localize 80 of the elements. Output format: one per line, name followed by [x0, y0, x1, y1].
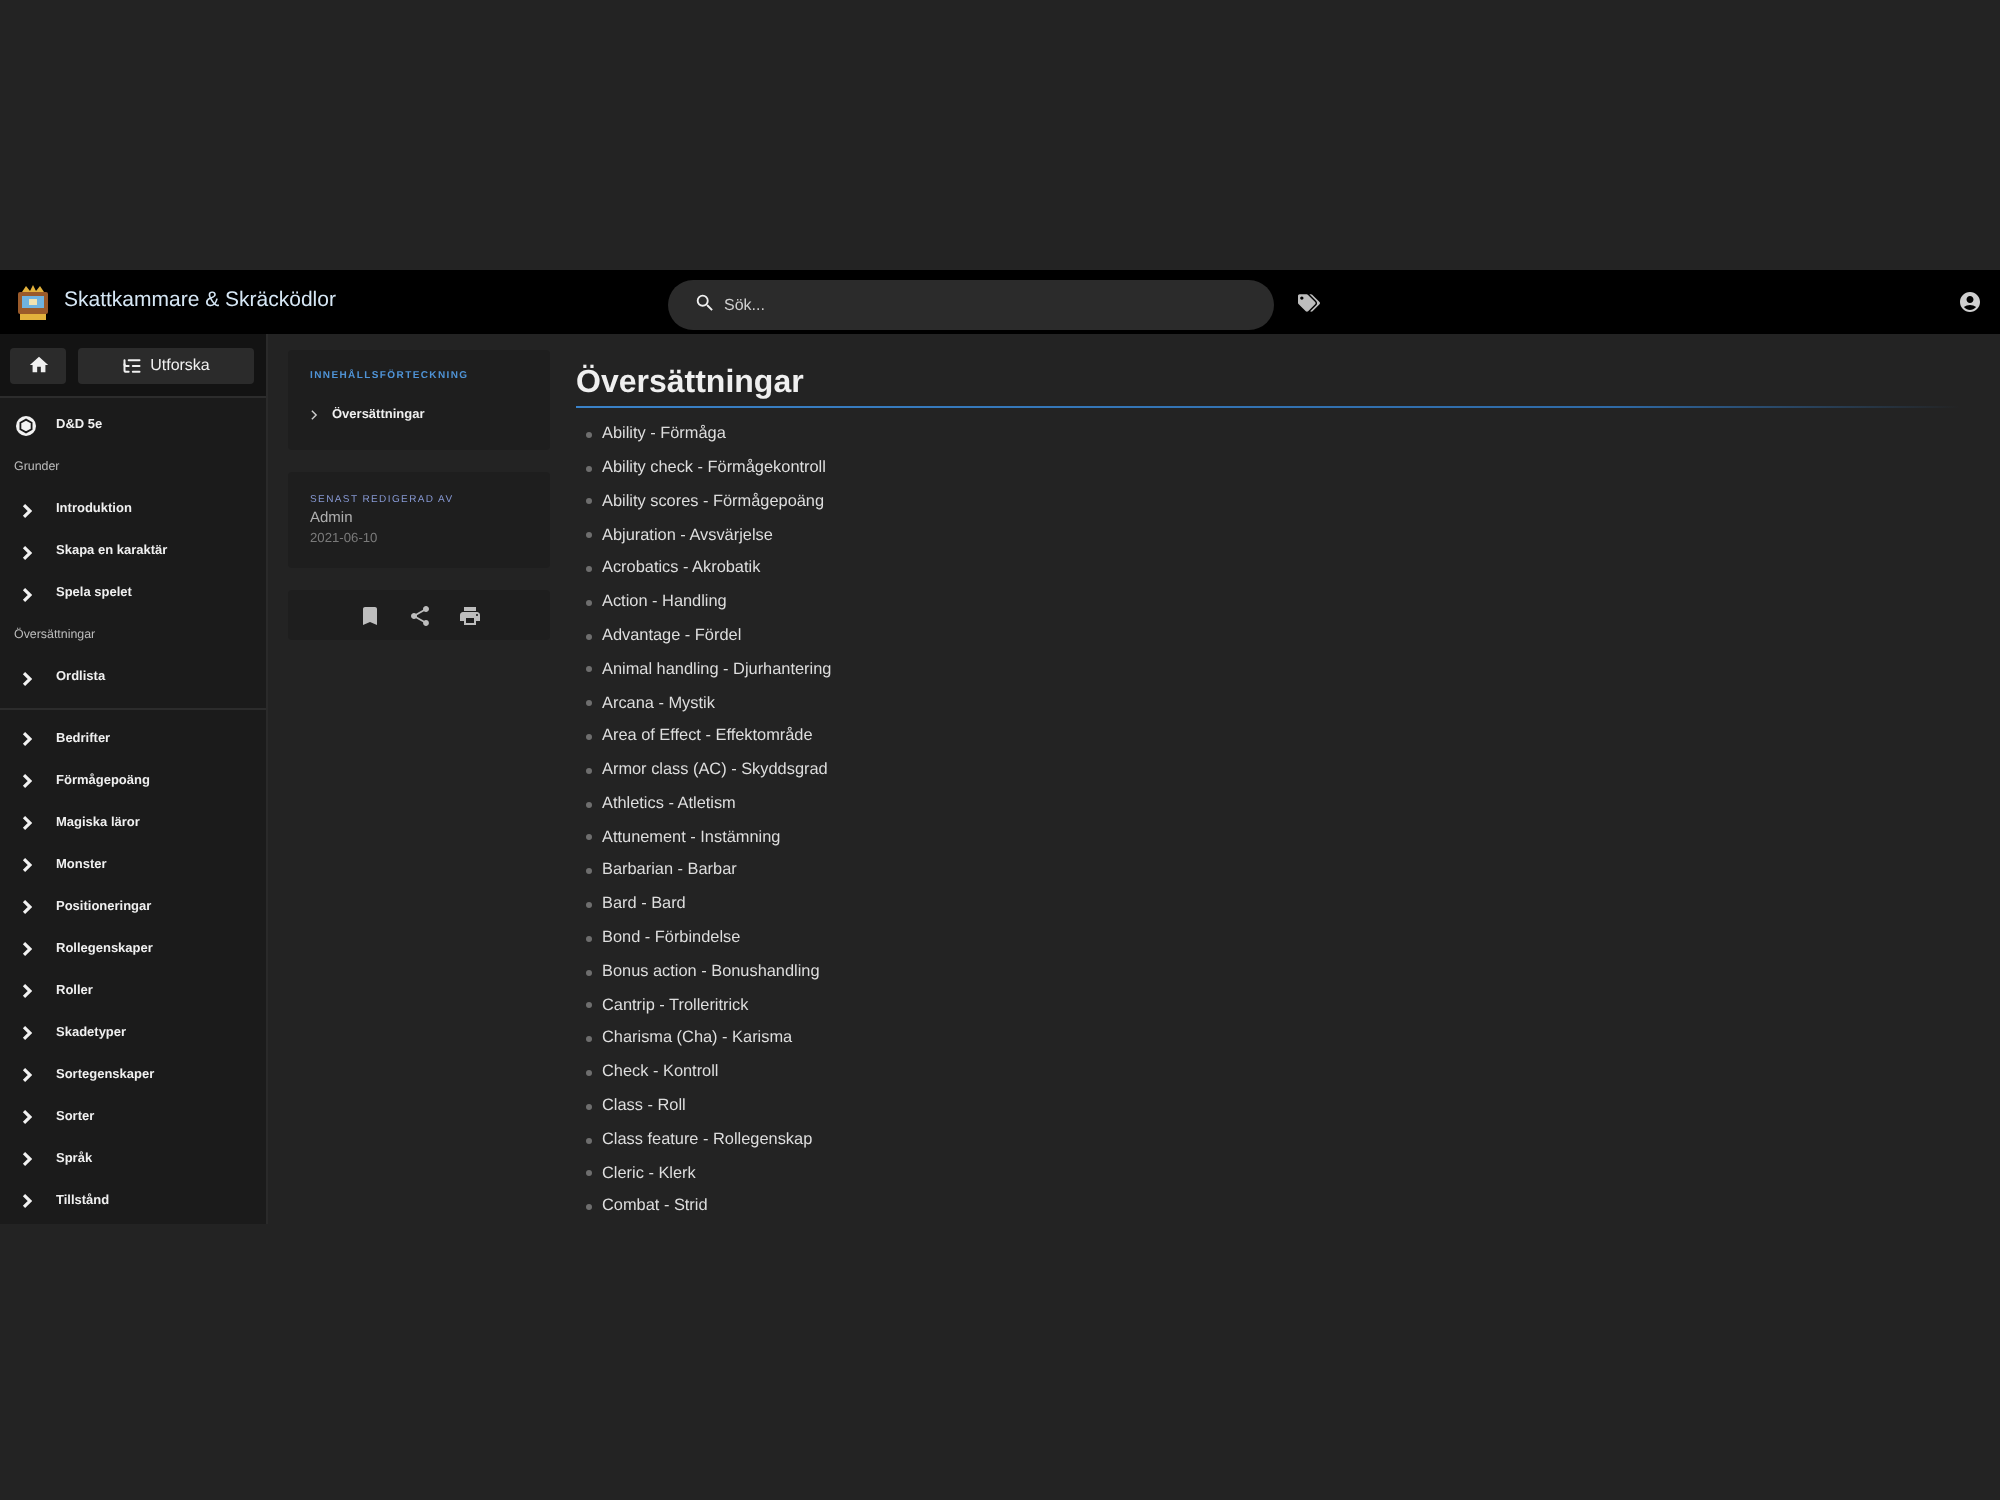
bullet-icon [586, 498, 592, 505]
chevron-right-icon [22, 1152, 32, 1166]
bullet-icon [586, 1002, 592, 1009]
glossary-entry: Cantrip - Trolleritrick [602, 993, 749, 1018]
chevron-right-icon [22, 816, 32, 830]
bookmark-icon[interactable] [357, 603, 381, 627]
glossary-entry: Advantage - Fördel [602, 623, 742, 648]
glossary-entry: Arcana - Mystik [602, 691, 715, 716]
glossary-entry: Animal handling - Djurhantering [602, 657, 832, 682]
glossary-entry: Ability scores - Förmågepoäng [602, 489, 825, 514]
search-icon [694, 291, 716, 313]
home-button[interactable] [10, 347, 66, 383]
glossary-entry: Ability - Förmåga [602, 422, 726, 447]
home-icon [27, 354, 49, 376]
glossary-entry: Bonus action - Bonushandling [602, 959, 820, 984]
bullet-icon [586, 969, 592, 976]
chevron-right-icon [22, 1068, 32, 1082]
glossary-entry: Abjuration - Avsvärjelse [602, 523, 773, 548]
chevron-right-icon [22, 1194, 32, 1208]
bullet-icon [586, 868, 592, 875]
glossary-entry: Bond - Förbindelse [602, 926, 741, 951]
glossary-entry: Class - Roll [602, 1094, 686, 1119]
list-tree-icon [122, 355, 143, 375]
logo-icon[interactable] [16, 284, 50, 320]
bullet-icon [586, 767, 592, 774]
bullet-icon [586, 532, 592, 539]
bullet-icon [586, 633, 592, 640]
glossary-entry: Armor class (AC) - Skyddsgrad [602, 758, 828, 783]
user-account-icon[interactable] [1958, 290, 1982, 314]
bullet-icon [586, 733, 592, 740]
chevron-right-icon [22, 1026, 32, 1040]
bullet-icon [586, 901, 592, 908]
glossary-entry: Cleric - Klerk [602, 1161, 696, 1186]
chevron-right-icon [22, 1110, 32, 1124]
chevron-right-icon [22, 503, 32, 517]
hexagon-icon [16, 416, 36, 436]
chevron-right-icon [22, 545, 32, 559]
chevron-right-icon [22, 671, 32, 685]
bullet-icon [586, 801, 592, 808]
bullet-icon [586, 465, 592, 472]
glossary-entry: Area of Effect - Effektområde [602, 724, 813, 749]
site-title[interactable]: Skattkammare & Skräcködlor [64, 286, 336, 318]
share-icon[interactable] [407, 603, 431, 627]
bullet-icon [586, 565, 592, 572]
glossary-entry: Acrobatics - Akrobatik [602, 556, 761, 581]
bullet-icon [586, 1137, 592, 1143]
glossary-entry: Ability check - Förmågekontroll [602, 455, 826, 480]
bullet-icon [586, 1204, 592, 1211]
bullet-icon [586, 834, 592, 841]
bullet-icon [586, 700, 592, 707]
glossary-entry: Charisma (Cha) - Karisma [602, 1026, 793, 1051]
explore-button[interactable]: Utforska [78, 347, 254, 383]
bullet-icon [586, 1036, 592, 1043]
chevron-right-icon [22, 900, 32, 914]
chevron-right-icon [22, 858, 32, 872]
glossary-entry: Check - Kontroll [602, 1060, 719, 1085]
chevron-right-icon [22, 984, 32, 998]
chevron-right-icon [22, 587, 32, 601]
glossary-entry: Athletics - Atletism [602, 791, 736, 816]
chevron-right-icon [22, 942, 32, 956]
bullet-icon [586, 1069, 592, 1076]
bullet-icon [586, 666, 592, 673]
glossary-entry: Barbarian - Barbar [602, 858, 737, 883]
glossary-entry: Action - Handling [602, 590, 727, 615]
chevron-right-icon [22, 774, 32, 788]
glossary-entry: Bard - Bard [602, 892, 686, 917]
search-field[interactable]: Sök... [668, 279, 1274, 329]
tags-icon[interactable] [1298, 291, 1320, 313]
print-icon[interactable] [457, 603, 481, 627]
bullet-icon [586, 935, 592, 942]
chevron-right-icon [22, 732, 32, 746]
bullet-icon [586, 1103, 592, 1110]
page-title: Översättningar [576, 364, 804, 404]
bullet-icon [586, 431, 592, 438]
glossary-entry: Class feature - Rollegenskap [602, 1127, 813, 1152]
bullet-icon [586, 599, 592, 606]
glossary-entry: Combat - Strid [602, 1194, 708, 1219]
chevron-right-icon [310, 410, 318, 420]
glossary-entry: Attunement - Instämning [602, 825, 781, 850]
bullet-icon [586, 1170, 592, 1177]
